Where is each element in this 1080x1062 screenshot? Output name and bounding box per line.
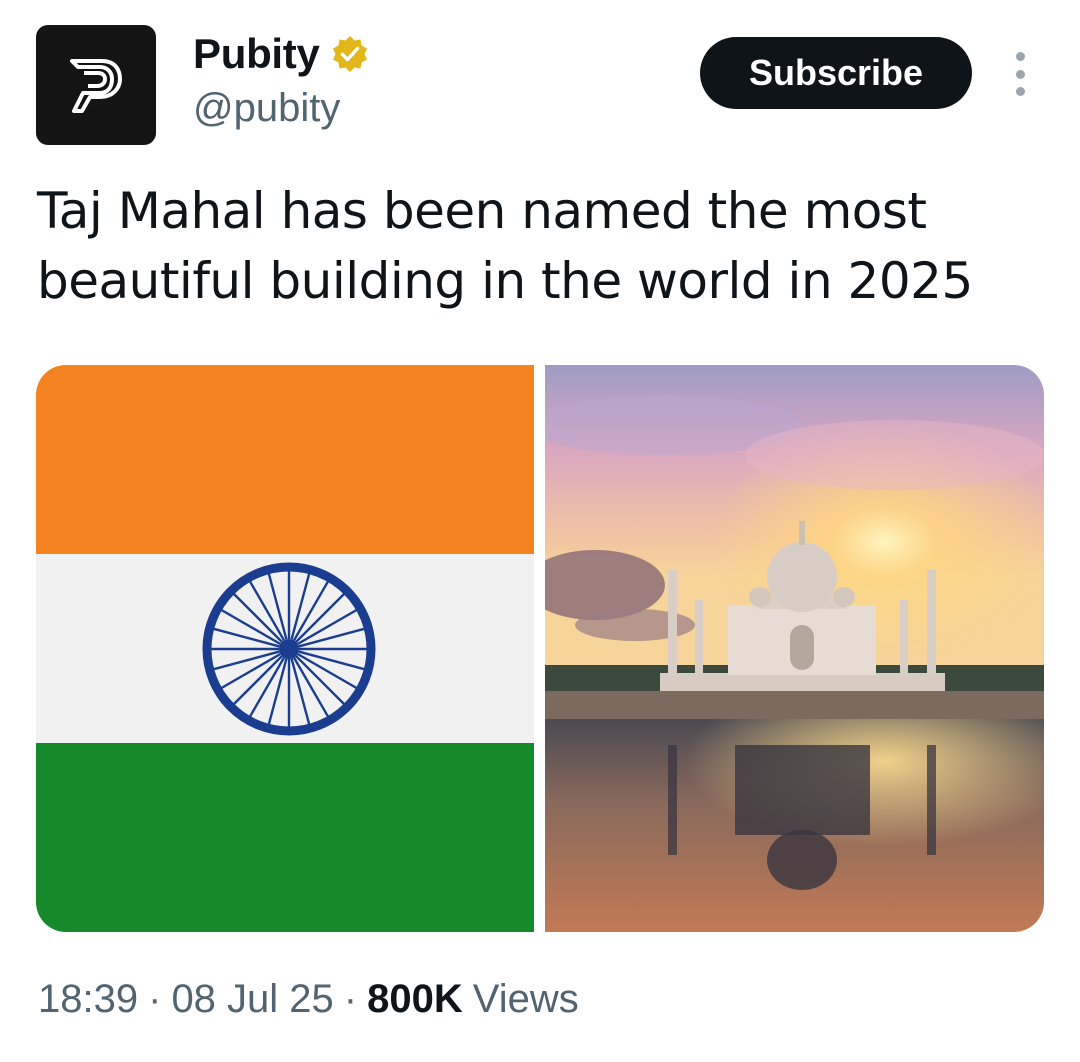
taj-mahal-image[interactable]	[545, 365, 1044, 932]
author-handle[interactable]: @pubity	[193, 86, 340, 131]
author-name-row[interactable]: Pubity	[193, 30, 370, 78]
views-label: Views	[472, 977, 579, 1021]
meta-separator: ·	[148, 977, 162, 1021]
author-display-name[interactable]: Pubity	[193, 30, 320, 78]
subscribe-button[interactable]: Subscribe	[700, 37, 972, 109]
chakra-spoke	[232, 655, 283, 706]
media-grid	[36, 365, 1044, 932]
chakra-spoke	[295, 655, 346, 706]
tweet-date[interactable]: 08 Jul 25	[171, 977, 333, 1022]
verified-badge-icon	[332, 36, 367, 72]
author-avatar[interactable]	[36, 25, 156, 145]
meta-separator: ·	[343, 977, 358, 1021]
pubity-logo-icon	[70, 59, 122, 113]
india-flag-image[interactable]	[36, 365, 534, 932]
more-vertical-icon[interactable]	[1008, 52, 1032, 96]
tweet-text: Taj Mahal has been named the most beauti…	[37, 182, 973, 310]
chakra-spoke	[295, 592, 346, 643]
ashoka-chakra-icon	[202, 562, 376, 736]
views-count[interactable]: 800K	[367, 977, 463, 1022]
tweet-meta: 18:39 · 08 Jul 25 · 800K Views	[38, 977, 579, 1022]
chakra-spoke	[232, 592, 283, 643]
tweet-time[interactable]: 18:39	[38, 977, 138, 1022]
